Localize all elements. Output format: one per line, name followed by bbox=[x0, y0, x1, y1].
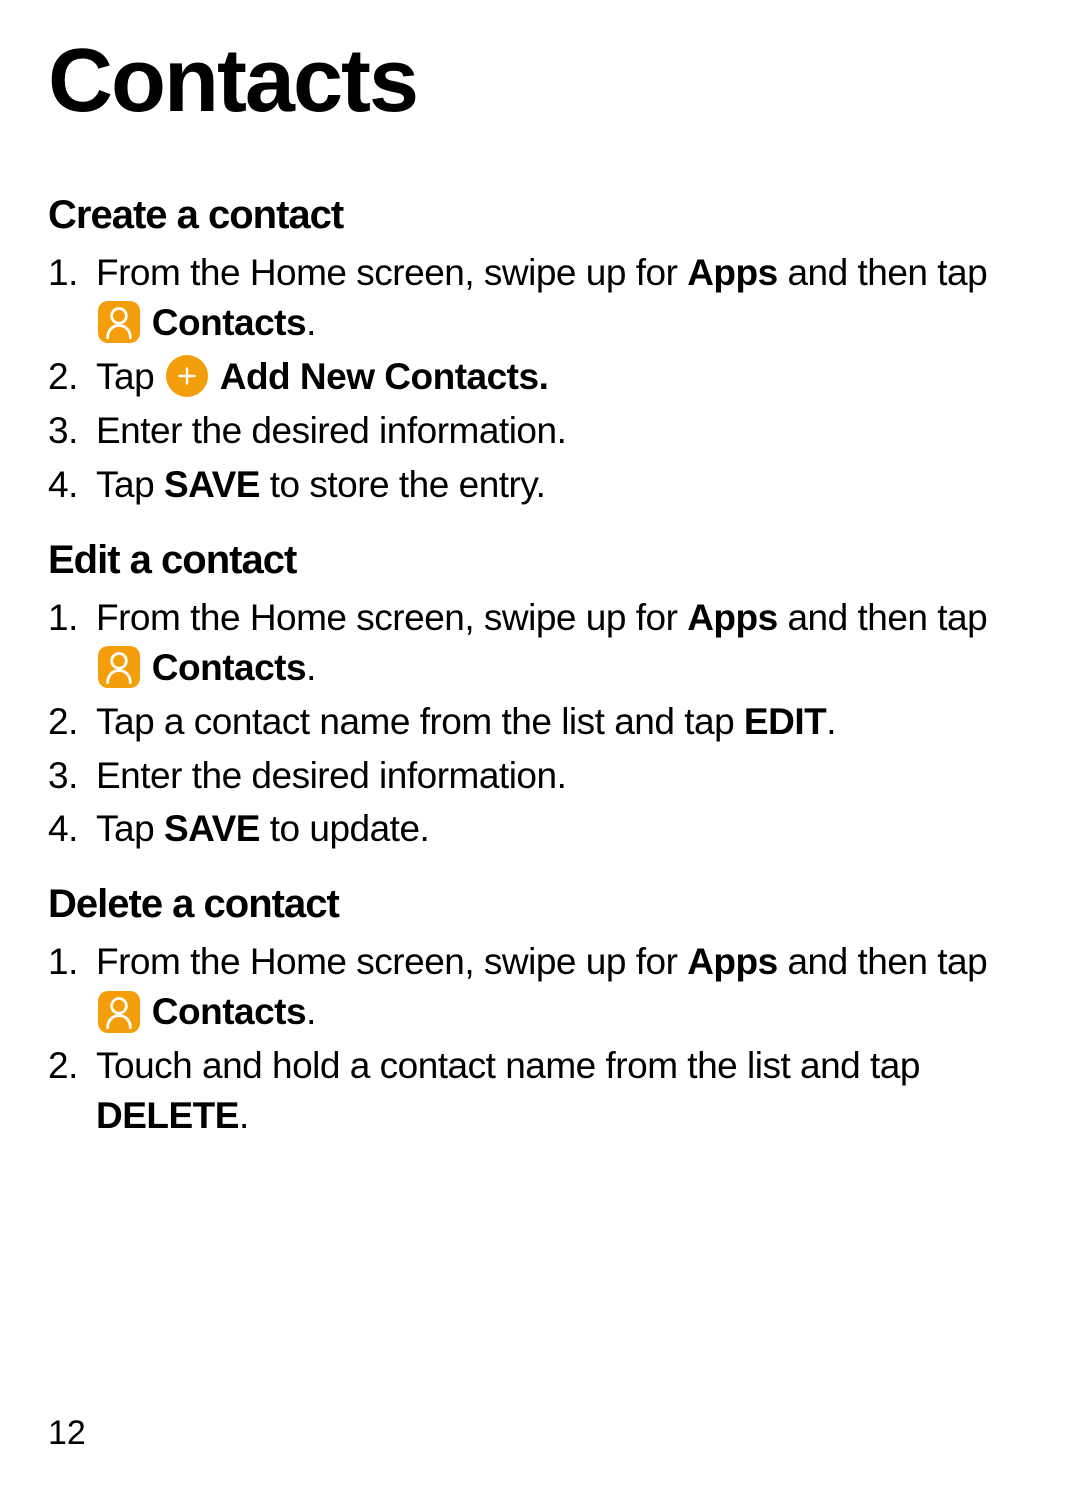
delete-label: DELETE bbox=[96, 1095, 239, 1136]
edit-steps: From the Home screen, swipe up for Apps … bbox=[96, 593, 1032, 855]
step-text: Tap bbox=[96, 356, 164, 397]
step-text: From the Home screen, swipe up for bbox=[96, 597, 687, 638]
save-label: SAVE bbox=[164, 808, 260, 849]
contacts-icon bbox=[98, 301, 140, 343]
step-text: From the Home screen, swipe up for bbox=[96, 252, 687, 293]
save-label: SAVE bbox=[164, 464, 260, 505]
list-item: Tap SAVE to update. bbox=[96, 804, 1032, 854]
page-number: 12 bbox=[48, 1414, 86, 1453]
list-item: From the Home screen, swipe up for Apps … bbox=[96, 593, 1032, 693]
step-text: Enter the desired information. bbox=[96, 755, 566, 796]
contacts-icon bbox=[98, 991, 140, 1033]
delete-contact-section: Delete a contact From the Home screen, s… bbox=[48, 882, 1032, 1141]
list-item: From the Home screen, swipe up for Apps … bbox=[96, 248, 1032, 348]
step-text: to update. bbox=[260, 808, 429, 849]
list-item: Tap a contact name from the list and tap… bbox=[96, 697, 1032, 747]
delete-steps: From the Home screen, swipe up for Apps … bbox=[96, 937, 1032, 1141]
step-text: . bbox=[826, 701, 836, 742]
list-item: From the Home screen, swipe up for Apps … bbox=[96, 937, 1032, 1037]
list-item: Enter the desired information. bbox=[96, 406, 1032, 456]
create-heading: Create a contact bbox=[48, 193, 1032, 238]
edit-heading: Edit a contact bbox=[48, 538, 1032, 583]
step-text: From the Home screen, swipe up for bbox=[96, 941, 687, 982]
list-item: Touch and hold a contact name from the l… bbox=[96, 1041, 1032, 1141]
step-text: and then tap bbox=[778, 252, 988, 293]
page-title: Contacts bbox=[48, 30, 1032, 133]
apps-label: Apps bbox=[687, 597, 778, 638]
step-text: . bbox=[306, 991, 316, 1032]
step-text: and then tap bbox=[778, 941, 988, 982]
step-text: and then tap bbox=[778, 597, 988, 638]
list-item: Tap SAVE to store the entry. bbox=[96, 460, 1032, 510]
step-text: Tap bbox=[96, 464, 164, 505]
create-steps: From the Home screen, swipe up for Apps … bbox=[96, 248, 1032, 510]
contacts-icon bbox=[98, 646, 140, 688]
apps-label: Apps bbox=[687, 941, 778, 982]
step-text: Tap a contact name from the list and tap bbox=[96, 701, 744, 742]
step-text: . bbox=[306, 302, 316, 343]
edit-label: EDIT bbox=[744, 701, 826, 742]
add-icon bbox=[166, 355, 208, 397]
contacts-label: Contacts bbox=[152, 302, 306, 343]
step-text: Touch and hold a contact name from the l… bbox=[96, 1045, 920, 1086]
step-text: . bbox=[239, 1095, 249, 1136]
list-item: Enter the desired information. bbox=[96, 751, 1032, 801]
step-text: . bbox=[306, 647, 316, 688]
add-new-contacts-label: Add New Contacts. bbox=[220, 356, 549, 397]
step-text: Tap bbox=[96, 808, 164, 849]
apps-label: Apps bbox=[687, 252, 778, 293]
delete-heading: Delete a contact bbox=[48, 882, 1032, 927]
step-text: Enter the desired information. bbox=[96, 410, 566, 451]
create-contact-section: Create a contact From the Home screen, s… bbox=[48, 193, 1032, 510]
edit-contact-section: Edit a contact From the Home screen, swi… bbox=[48, 538, 1032, 855]
list-item: Tap Add New Contacts. bbox=[96, 352, 1032, 402]
step-text: to store the entry. bbox=[260, 464, 545, 505]
contacts-label: Contacts bbox=[152, 991, 306, 1032]
contacts-label: Contacts bbox=[152, 647, 306, 688]
